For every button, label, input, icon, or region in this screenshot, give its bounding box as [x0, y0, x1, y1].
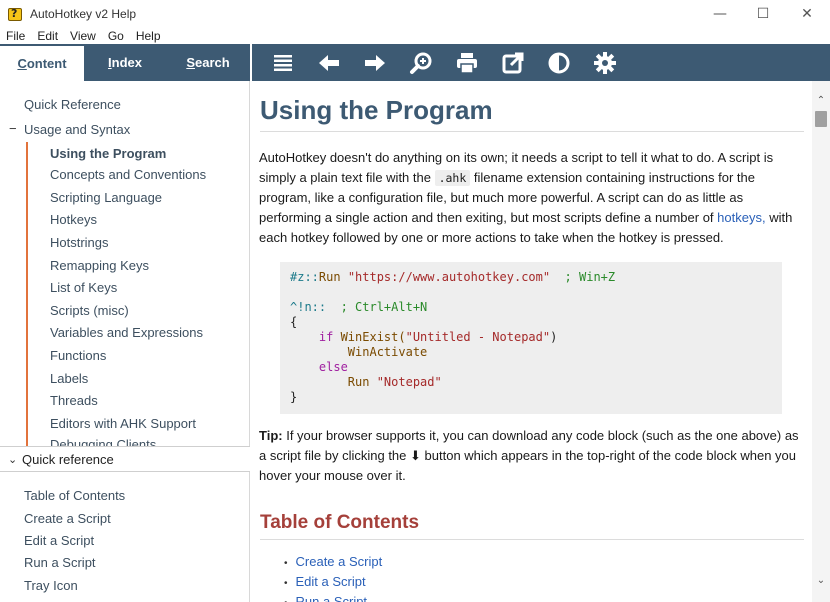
toc-item-hotstrings[interactable]: Hotstrings — [50, 235, 109, 250]
toc-item-remapping-keys[interactable]: Remapping Keys — [50, 258, 149, 273]
vertical-scrollbar[interactable]: ⌃ ⌄ — [812, 81, 830, 602]
bullet: • — [284, 578, 288, 589]
bullet: • — [284, 558, 288, 569]
toc-link-create-script[interactable]: Create a Script — [296, 554, 383, 569]
code-cmd-1: Run — [318, 270, 348, 284]
toc-item-editors[interactable]: Editors with AHK Support — [50, 416, 196, 431]
menu-bar: File Edit View Go Help — [0, 27, 830, 44]
window-titlebar: ? AutoHotkey v2 Help — ☐ ✕ — [0, 0, 830, 27]
sidebar: Quick Reference − Usage and Syntax Using… — [0, 81, 250, 602]
menu-edit[interactable]: Edit — [37, 29, 58, 43]
toc-item-variables[interactable]: Variables and Expressions — [50, 325, 203, 340]
toc-item-scripts-misc[interactable]: Scripts (misc) — [50, 303, 129, 318]
toc-collapse-toggle[interactable]: − — [9, 121, 17, 136]
scroll-down-icon[interactable]: ⌄ — [812, 571, 830, 589]
external-link-icon[interactable] — [490, 44, 536, 81]
zoom-icon[interactable] — [398, 44, 444, 81]
qr-item-tray-icon[interactable]: Tray Icon — [24, 578, 78, 593]
code-paren-close: ) — [550, 330, 558, 344]
minimize-button[interactable]: — — [698, 0, 742, 27]
code-cmd-run: Run — [290, 375, 377, 389]
toc-link-edit-script[interactable]: Edit a Script — [296, 574, 366, 589]
code-comment-1: ; Win+Z — [550, 270, 616, 284]
toc-quick-reference[interactable]: Quick Reference — [24, 97, 121, 112]
qr-item-edit-script[interactable]: Edit a Script — [24, 533, 94, 548]
content-pane: Using the Program AutoHotkey doesn't do … — [252, 81, 812, 602]
contrast-icon[interactable] — [536, 44, 582, 81]
tab-content-accesskey: C — [17, 56, 27, 71]
code-fn-winactivate: WinActivate — [290, 345, 428, 359]
toc-item-hotkeys[interactable]: Hotkeys — [50, 212, 97, 227]
qr-item-run-script[interactable]: Run a Script — [24, 555, 96, 570]
code-brace-close: } — [290, 390, 298, 404]
autohotkey-app-icon: ? — [8, 6, 24, 22]
toc-heading-divider — [260, 539, 804, 540]
scroll-thumb[interactable] — [815, 111, 827, 127]
toc-branch-line — [26, 142, 28, 446]
hotkeys-link[interactable]: hotkeys, — [717, 210, 765, 225]
code-block: #z::Run "https://www.autohotkey.com" ; W… — [280, 262, 782, 414]
toc-list-item: • Run a Script — [284, 594, 367, 602]
code-kw-else: else — [290, 360, 348, 374]
toc-tree: Quick Reference − Usage and Syntax Using… — [0, 81, 250, 446]
qr-item-create-script[interactable]: Create a Script — [24, 511, 111, 526]
quick-reference-header[interactable]: ⌄ Quick reference — [0, 446, 250, 472]
tab-search-accesskey: S — [186, 55, 195, 70]
toc-item-list-of-keys[interactable]: List of Keys — [50, 280, 117, 295]
code-hotkey-2: ^!n:: — [290, 300, 327, 314]
toc-item-scripting-language[interactable]: Scripting Language — [50, 190, 162, 205]
toc-usage-and-syntax[interactable]: Usage and Syntax — [24, 122, 130, 137]
code-brace-open: { — [290, 315, 298, 329]
tab-content[interactable]: Content — [0, 44, 84, 81]
toc-list-item: • Edit a Script — [284, 574, 366, 589]
code-hotkey-1: #z:: — [290, 270, 319, 284]
toc-heading: Table of Contents — [260, 512, 420, 533]
quick-reference-label: Quick reference — [22, 451, 114, 467]
code-str-untitled: "Untitled - Notepad" — [405, 330, 551, 344]
tab-search-label: earch — [194, 55, 230, 70]
tab-index[interactable]: Index — [84, 44, 166, 81]
close-button[interactable]: ✕ — [785, 0, 829, 27]
print-icon[interactable] — [444, 44, 490, 81]
inline-code-ahk: .ahk — [434, 170, 471, 186]
toc-item-labels[interactable]: Labels — [50, 371, 88, 386]
toc-item-using-the-program[interactable]: Using the Program — [50, 146, 166, 161]
sidebar-tabs: Content Index Search — [0, 44, 250, 81]
menu-view[interactable]: View — [70, 29, 96, 43]
bullet: • — [284, 598, 288, 602]
chevron-down-icon: ⌄ — [8, 452, 18, 466]
menu-go[interactable]: Go — [108, 29, 124, 43]
toc-list-item: • Create a Script — [284, 554, 382, 569]
tip-paragraph: Tip: If your browser supports it, you ca… — [259, 426, 805, 486]
code-comment-2: ; Ctrl+Alt+N — [326, 300, 428, 314]
toc-item-concepts[interactable]: Concepts and Conventions — [50, 167, 206, 182]
menu-file[interactable]: File — [6, 29, 25, 43]
page-title: Using the Program — [260, 95, 493, 125]
title-divider — [260, 131, 804, 132]
tab-content-label: ontent — [26, 56, 67, 71]
settings-gear-icon[interactable] — [582, 44, 628, 81]
scroll-up-icon[interactable]: ⌃ — [812, 91, 830, 109]
menu-icon[interactable] — [260, 44, 306, 81]
qr-item-table-of-contents[interactable]: Table of Contents — [24, 488, 125, 503]
back-arrow-icon[interactable] — [306, 44, 352, 81]
code-kw-if: if — [290, 330, 341, 344]
toc-item-debugging-clients[interactable]: Debugging Clients — [50, 437, 156, 446]
intro-paragraph: AutoHotkey doesn't do anything on its ow… — [259, 148, 805, 248]
forward-arrow-icon[interactable] — [352, 44, 398, 81]
code-str-1: "https://www.autohotkey.com" — [347, 270, 551, 284]
code-str-notepad: "Notepad" — [376, 375, 442, 389]
menu-help[interactable]: Help — [136, 29, 161, 43]
tip-label: Tip: — [259, 428, 283, 443]
toc-link-run-script[interactable]: Run a Script — [296, 594, 368, 602]
download-icon: ⬇ — [410, 448, 421, 463]
toolbar — [252, 44, 830, 81]
toc-item-threads[interactable]: Threads — [50, 393, 98, 408]
tab-search[interactable]: Search — [166, 44, 250, 81]
code-fn-winexist: WinExist( — [340, 330, 406, 344]
maximize-button[interactable]: ☐ — [741, 0, 785, 27]
tab-index-label: ndex — [111, 55, 142, 70]
toc-item-functions[interactable]: Functions — [50, 348, 106, 363]
window-title: AutoHotkey v2 Help — [30, 6, 137, 21]
